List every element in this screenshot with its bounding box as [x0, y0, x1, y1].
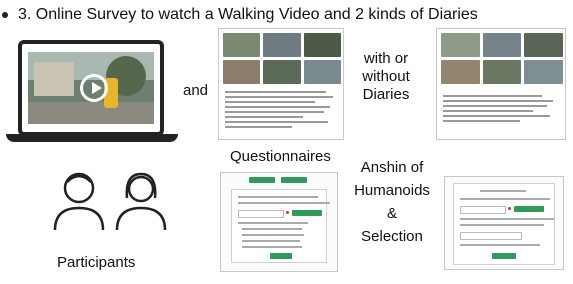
person-icon — [53, 172, 105, 231]
slide-title: 3. Online Survey to watch a Walking Vide… — [2, 6, 478, 24]
measures-label: Anshin of Humanoids & Selection — [354, 159, 430, 245]
diary-photo-grid — [223, 33, 341, 84]
laptop-base — [6, 134, 178, 142]
person-icon — [115, 172, 167, 231]
laptop-icon — [18, 40, 164, 136]
and-label: and — [183, 82, 209, 99]
walking-video-thumbnail — [28, 52, 154, 124]
title-text: 3. Online Survey to watch a Walking Vide… — [18, 6, 478, 23]
with-or-without-label: with or without Diaries — [362, 50, 410, 103]
diary-text-lines — [225, 91, 337, 131]
questionnaire-form-1 — [220, 172, 338, 272]
diary-text-only — [436, 28, 566, 140]
questionnaires-label: Questionnaires — [230, 148, 331, 165]
participants-label: Participants — [57, 254, 136, 271]
diary-photo-grid-2 — [441, 33, 563, 84]
questionnaire-form-2 — [444, 176, 564, 270]
bullet-icon — [2, 11, 8, 18]
diary-with-photos — [218, 28, 344, 140]
diary-text-lines-2 — [443, 95, 559, 125]
play-icon — [80, 74, 108, 102]
